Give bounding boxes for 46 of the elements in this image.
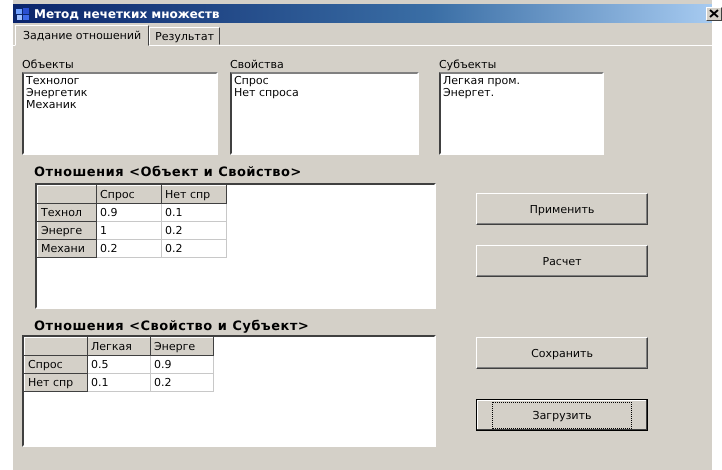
list-box[interactable]: Спрос Нет спроса xyxy=(230,72,419,155)
row-header: Энерге xyxy=(38,222,96,240)
grid-corner xyxy=(24,338,88,356)
table-cell[interactable]: 1 xyxy=(96,222,162,240)
table-cell[interactable]: 0.2 xyxy=(162,222,226,240)
action-button[interactable]: Загрузить xyxy=(476,399,648,431)
list-box[interactable]: Легкая пром. Энергет. xyxy=(439,72,604,155)
list-label: Субъекты xyxy=(439,58,498,71)
list-item[interactable]: Легкая пром. xyxy=(443,75,600,87)
list-item[interactable]: Механик xyxy=(26,99,214,111)
list-item[interactable]: Энергетик xyxy=(26,87,214,99)
list-item[interactable]: Нет спроса xyxy=(234,87,415,99)
list-label: Объекты xyxy=(22,58,75,71)
row-header: Нет спр xyxy=(24,374,88,392)
column-header: Энерге xyxy=(150,338,214,356)
table-cell[interactable]: 0.2 xyxy=(96,240,162,258)
list-item[interactable]: Энергет. xyxy=(443,87,600,99)
column-header: Спрос xyxy=(96,186,162,204)
close-button[interactable] xyxy=(706,6,722,20)
table-cell[interactable]: 0.5 xyxy=(88,356,150,374)
action-button[interactable]: Применить xyxy=(476,193,648,225)
table-cell[interactable]: 0.2 xyxy=(162,240,226,258)
action-button[interactable]: Сохранить xyxy=(476,337,648,369)
row-header: Механи xyxy=(38,240,96,258)
action-button[interactable]: Расчет xyxy=(476,245,648,277)
row-header: Спрос xyxy=(24,356,88,374)
list-item[interactable]: Спрос xyxy=(234,75,415,87)
grid-title: Отношения <Объект и Свойство> xyxy=(33,165,303,180)
grid-title: Отношения <Свойство и Субъект> xyxy=(33,319,310,334)
table-cell[interactable]: 0.9 xyxy=(96,204,162,222)
column-header: Легкая xyxy=(88,338,150,356)
tab[interactable]: Результат xyxy=(149,27,220,45)
list-item[interactable]: Технолог xyxy=(26,75,214,87)
row-header: Технол xyxy=(38,204,96,222)
tab[interactable]: Задание отношений xyxy=(15,25,150,46)
grid-corner xyxy=(38,186,96,204)
table-cell[interactable]: 0.1 xyxy=(162,204,226,222)
table-cell[interactable]: 0.1 xyxy=(88,374,150,392)
table-cell[interactable]: 0.2 xyxy=(150,374,214,392)
table-cell[interactable]: 0.9 xyxy=(150,356,214,374)
column-header: Нет спр xyxy=(162,186,226,204)
close-icon xyxy=(709,9,719,18)
app-icon xyxy=(15,6,31,20)
list-box[interactable]: Технолог Энергетик Механик xyxy=(22,72,218,155)
window-title: Метод нечетких множеств xyxy=(34,6,220,20)
list-label: Свойства xyxy=(230,58,285,71)
